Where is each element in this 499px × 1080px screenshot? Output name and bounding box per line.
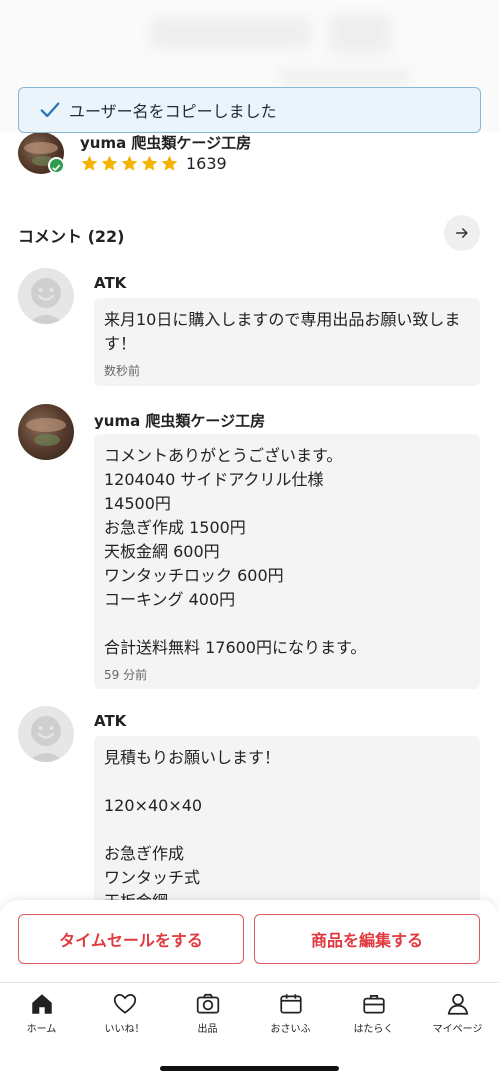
comments-header: コメント (22)	[18, 215, 480, 251]
seller-rating: 1639	[80, 154, 227, 173]
tab-work[interactable]: はたらく	[332, 991, 415, 1035]
tab-label: おさいふ	[270, 1024, 311, 1035]
default-avatar-icon[interactable]	[18, 706, 74, 762]
tab-label: いいね！	[104, 1024, 145, 1035]
comment-text: 見積もりお願いします！ 120×40×40 お急ぎ作成 ワンタッチ式 天板金網	[104, 748, 281, 911]
briefcase-icon	[362, 995, 385, 1014]
arrow-right-icon	[456, 228, 468, 238]
tab-label: マイページ	[432, 1024, 483, 1035]
comment-time: 数秒前	[104, 364, 141, 378]
star-icon	[141, 155, 158, 171]
star-icon	[121, 155, 138, 171]
comment-time: 59 分前	[104, 668, 148, 682]
star-icon	[161, 155, 178, 171]
seller-name[interactable]: yuma 爬虫類ケージ工房	[80, 132, 251, 153]
star-icon	[81, 155, 98, 171]
tab-label: はたらく	[353, 1024, 394, 1035]
default-avatar-icon[interactable]	[18, 268, 74, 324]
toast-message: ユーザー名をコピーしました	[69, 102, 277, 121]
edit-item-button[interactable]: 商品を編集する	[254, 914, 480, 964]
heart-icon	[113, 994, 136, 1014]
copy-toast: ユーザー名をコピーしました	[18, 87, 481, 133]
comment-text: 来月10日に購入しますので専用出品お願い致します！	[104, 310, 461, 353]
seller-info[interactable]: yuma 爬虫類ケージ工房 1639	[18, 132, 488, 182]
comments-title: コメント (22)	[18, 227, 125, 246]
comment-username[interactable]: ATK	[94, 712, 126, 730]
tab-listing[interactable]: 出品	[166, 991, 249, 1035]
home-indicator[interactable]	[160, 1066, 339, 1071]
person-icon	[447, 993, 468, 1015]
home-icon	[31, 994, 52, 1014]
seller-avatar[interactable]	[18, 404, 74, 460]
action-bar: タイムセールをする 商品を編集する	[0, 900, 499, 982]
tab-likes[interactable]: いいね！	[83, 991, 166, 1035]
comment-username[interactable]: yuma 爬虫類ケージ工房	[94, 410, 265, 431]
rating-count: 1639	[186, 154, 227, 173]
verified-badge-icon	[48, 157, 65, 174]
tab-label: ホーム	[26, 1024, 57, 1035]
comment-bubble: コメントありがとうございます。 1204040 サイドアクリル仕様 14500円…	[94, 434, 480, 689]
comment-bubble: 来月10日に購入しますので専用出品お願い致します！ 数秒前	[94, 298, 480, 386]
comments-more-button[interactable]	[444, 215, 480, 251]
comment-text: コメントありがとうございます。 1204040 サイドアクリル仕様 14500円…	[104, 446, 367, 657]
wallet-icon	[279, 994, 302, 1014]
camera-icon	[196, 993, 219, 1014]
time-sale-button[interactable]: タイムセールをする	[18, 914, 244, 964]
comment-username[interactable]: ATK	[94, 274, 126, 292]
tab-wallet[interactable]: おさいふ	[249, 991, 332, 1035]
tab-home[interactable]: ホーム	[0, 991, 83, 1035]
tab-mypage[interactable]: マイページ	[416, 991, 499, 1035]
check-icon	[40, 102, 60, 118]
star-icon	[101, 155, 118, 171]
tab-label: 出品	[197, 1024, 218, 1035]
